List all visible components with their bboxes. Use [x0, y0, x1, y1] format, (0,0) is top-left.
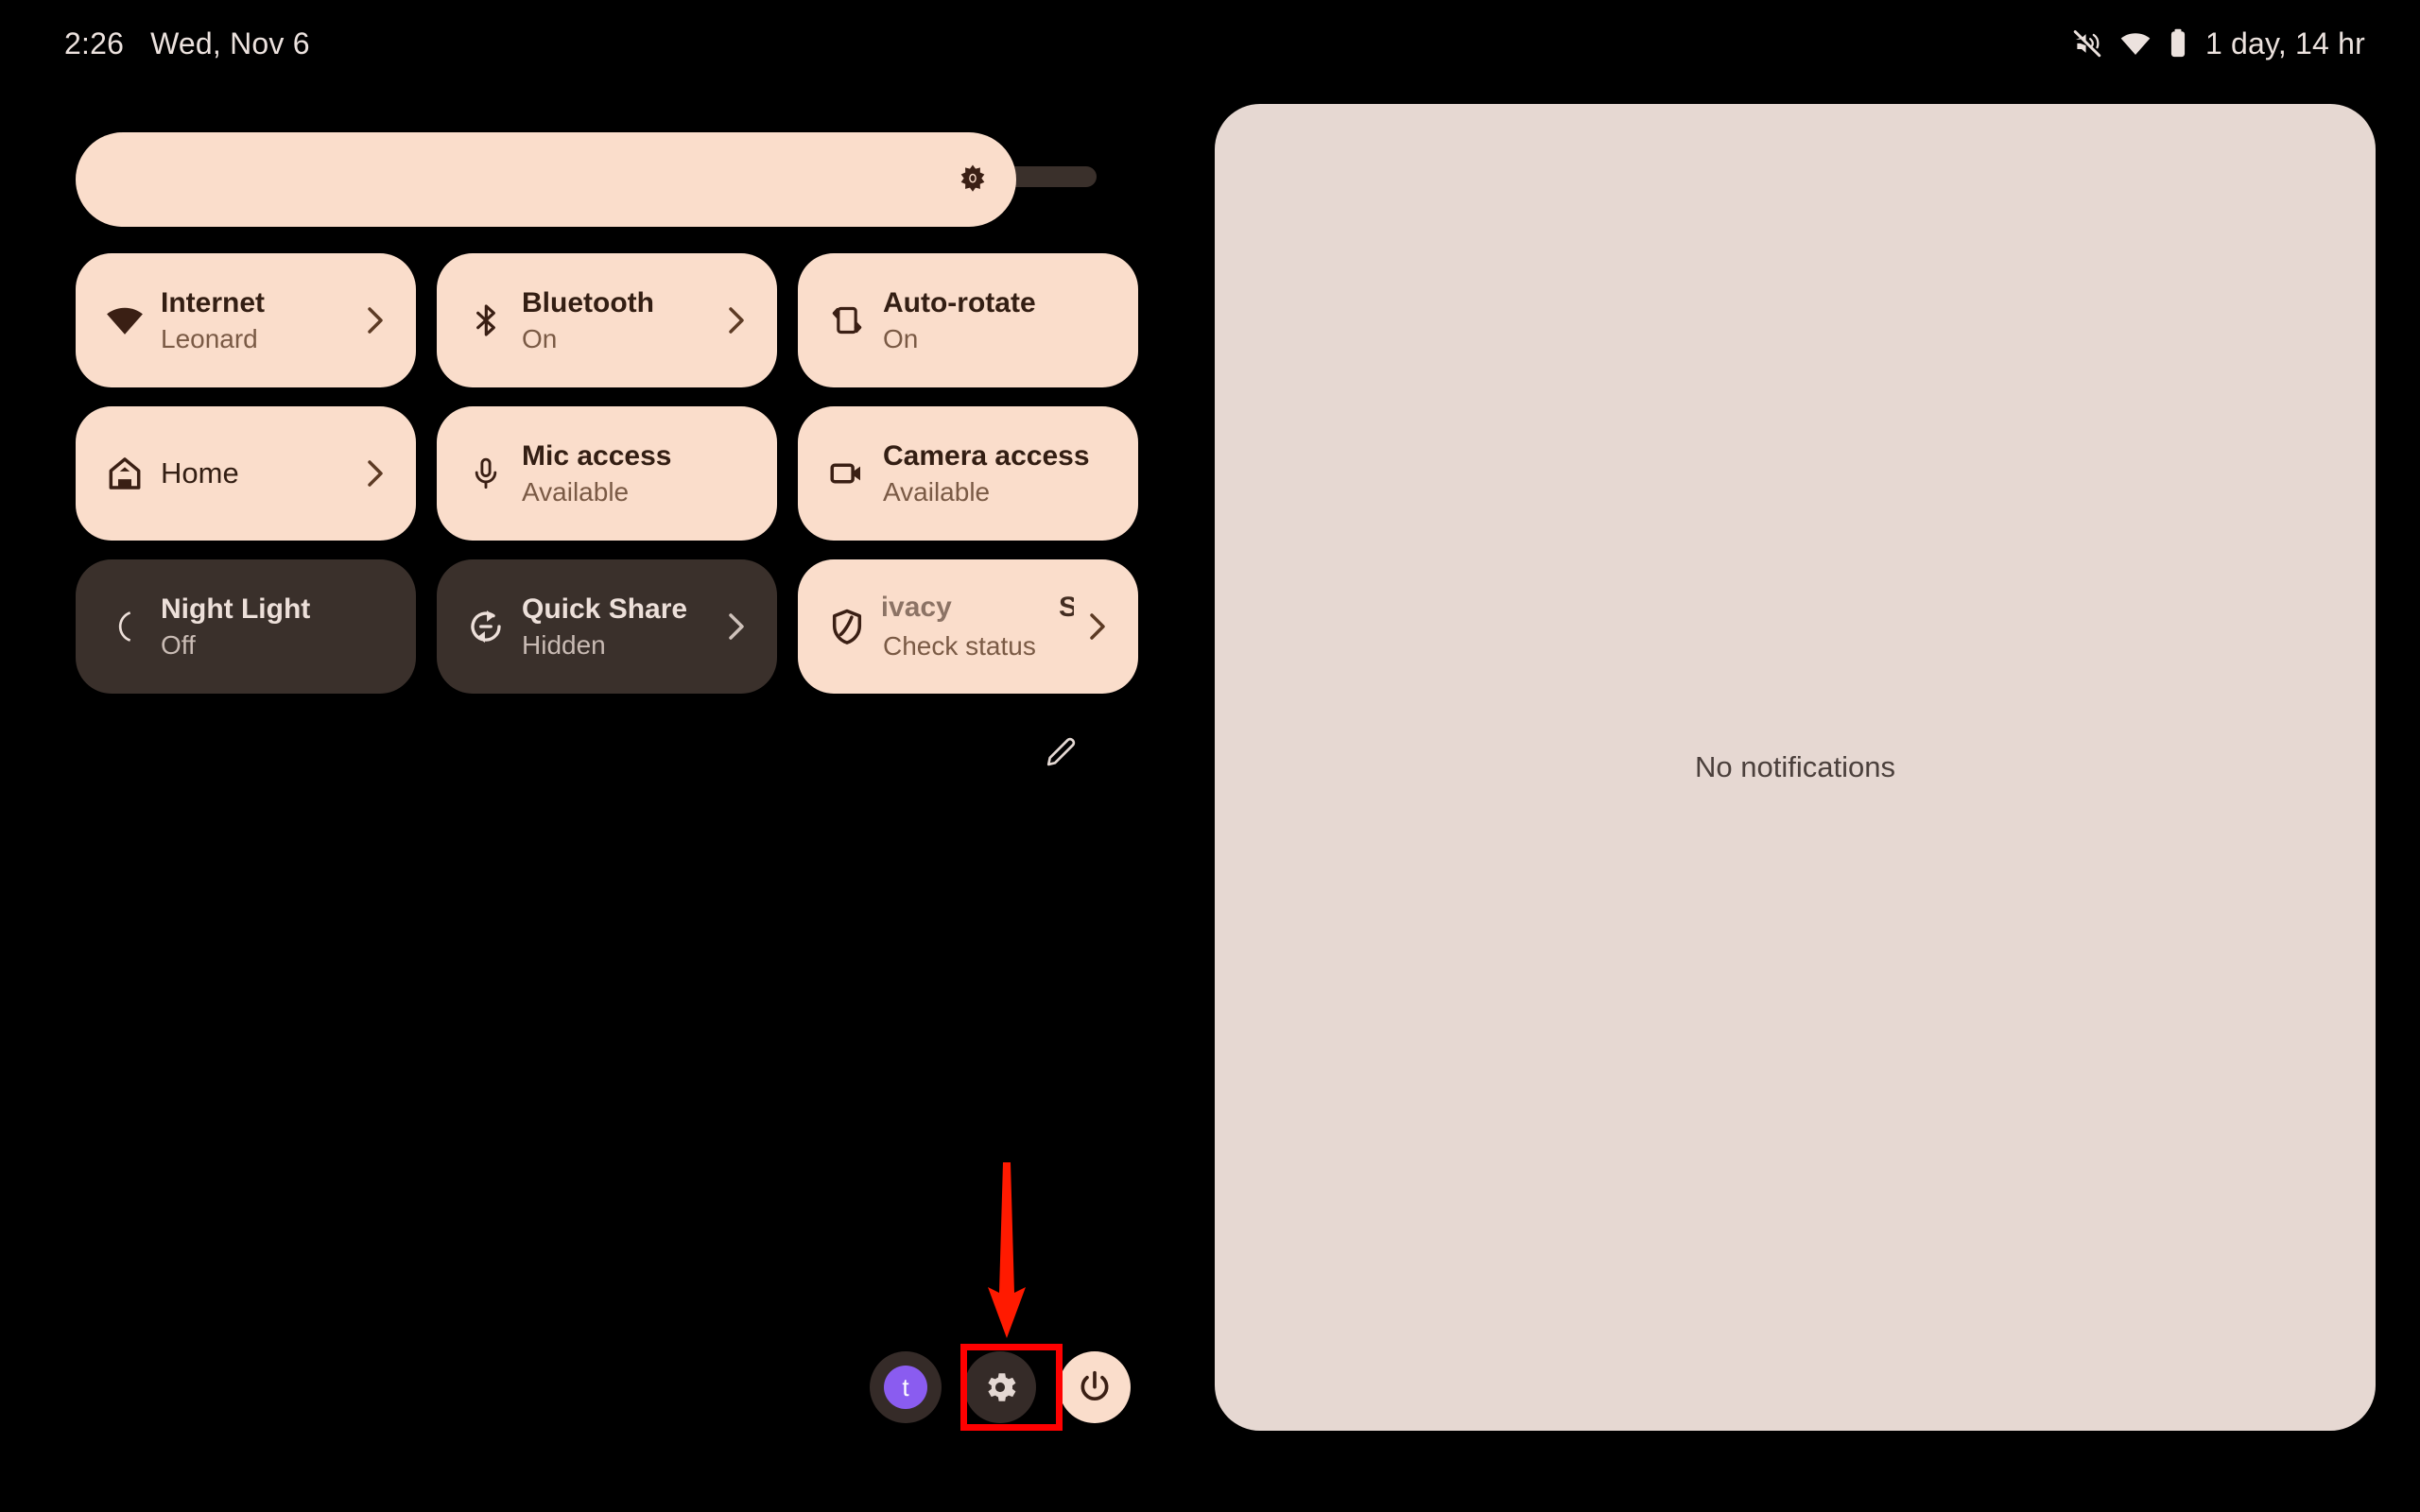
tile-mic-access[interactable]: Mic access Available — [437, 406, 777, 541]
tile-subtitle: On — [522, 324, 558, 354]
tile-title: Camera access — [883, 439, 1090, 472]
tile-title: Auto-rotate — [883, 286, 1036, 318]
home-icon — [104, 453, 146, 494]
tile-title: Quick Share — [522, 593, 688, 625]
status-bar-clock: 2:26 — [64, 26, 125, 60]
wifi-icon — [104, 300, 146, 341]
camera-icon — [826, 453, 868, 494]
settings-button[interactable] — [964, 1351, 1036, 1423]
volume-off-icon — [2071, 27, 2103, 60]
edit-tiles-button[interactable] — [76, 733, 1097, 769]
tile-subtitle: On — [883, 324, 919, 354]
tile-title: Bluetooth — [522, 286, 654, 318]
tile-night-light[interactable]: Night Light Off — [76, 559, 416, 694]
moon-icon — [104, 606, 146, 647]
quick-settings-panel: Internet Leonard Bluetooth On Auto-rotat… — [76, 132, 1138, 769]
notification-panel[interactable]: No notifications — [1215, 104, 2376, 1431]
tile-internet[interactable]: Internet Leonard — [76, 253, 416, 387]
tile-camera-access[interactable]: Camera access Available — [798, 406, 1138, 541]
tile-privacy-security[interactable]: rivacy Se Check status — [798, 559, 1138, 694]
tile-subtitle: Available — [522, 477, 630, 507]
brightness-slider[interactable] — [76, 132, 1097, 227]
tile-subtitle: Leonard — [161, 324, 258, 354]
tile-home[interactable]: Home — [76, 406, 416, 541]
chevron-right-icon[interactable] — [1085, 612, 1110, 641]
status-bar-date: Wed, Nov 6 — [150, 26, 310, 60]
tile-subtitle: Check status — [883, 630, 1036, 661]
avatar-initial: t — [884, 1366, 927, 1409]
tile-title-incoming: Se — [1059, 591, 1074, 623]
tile-home-text: Home — [161, 455, 352, 492]
tile-auto-rotate[interactable]: Auto-rotate On — [798, 253, 1138, 387]
tile-internet-text: Internet Leonard — [161, 285, 352, 356]
tile-title: Night Light — [161, 593, 311, 625]
tile-title-crossfade: rivacy Se — [883, 592, 1074, 627]
tile-bluetooth[interactable]: Bluetooth On — [437, 253, 777, 387]
chevron-right-icon[interactable] — [724, 612, 749, 641]
tile-auto-rotate-text: Auto-rotate On — [883, 285, 1110, 356]
tile-night-light-text: Night Light Off — [161, 592, 388, 662]
annotation-arrow — [959, 1162, 1054, 1342]
tile-subtitle: Hidden — [522, 630, 606, 661]
brightness-fill — [76, 132, 1016, 227]
tile-title: Mic access — [522, 439, 672, 472]
bluetooth-icon — [465, 300, 507, 341]
tile-title: Home — [161, 455, 239, 490]
quick-settings-tiles: Internet Leonard Bluetooth On Auto-rotat… — [76, 253, 1138, 694]
microphone-icon — [465, 453, 507, 494]
brightness-icon — [955, 163, 991, 198]
shield-icon — [826, 606, 868, 647]
quick-share-icon — [465, 606, 507, 647]
battery-estimate-label: 1 day, 14 hr — [2204, 26, 2365, 60]
status-bar-right: 1 day, 14 hr — [2071, 26, 2365, 61]
power-button[interactable] — [1059, 1351, 1131, 1423]
tile-subtitle: Off — [161, 630, 196, 661]
tile-subtitle: Available — [883, 477, 991, 507]
avatar[interactable]: t — [870, 1351, 942, 1423]
tile-camera-access-text: Camera access Available — [883, 438, 1110, 509]
chevron-right-icon[interactable] — [724, 306, 749, 335]
tile-quick-share-text: Quick Share Hidden — [522, 592, 713, 662]
gear-icon — [980, 1367, 1020, 1407]
quick-settings-footer: t — [870, 1351, 1131, 1423]
tile-mic-access-text: Mic access Available — [522, 438, 749, 509]
tile-title-outgoing: rivacy — [883, 591, 952, 623]
power-icon — [1076, 1368, 1114, 1406]
tile-privacy-security-text: rivacy Se Check status — [883, 592, 1074, 662]
status-bar-left: 2:26 Wed, Nov 6 — [64, 26, 310, 61]
chevron-right-icon[interactable] — [363, 306, 388, 335]
tile-bluetooth-text: Bluetooth On — [522, 285, 713, 356]
status-bar: 2:26 Wed, Nov 6 1 day, 14 hr — [0, 0, 2420, 87]
pencil-icon[interactable] — [1044, 733, 1080, 769]
wifi-icon — [2118, 27, 2152, 60]
tile-title: Internet — [161, 286, 266, 318]
battery-icon — [2168, 27, 2188, 60]
no-notifications-label: No notifications — [1695, 750, 1895, 783]
auto-rotate-icon — [826, 300, 868, 341]
tile-quick-share[interactable]: Quick Share Hidden — [437, 559, 777, 694]
chevron-right-icon[interactable] — [363, 459, 388, 488]
